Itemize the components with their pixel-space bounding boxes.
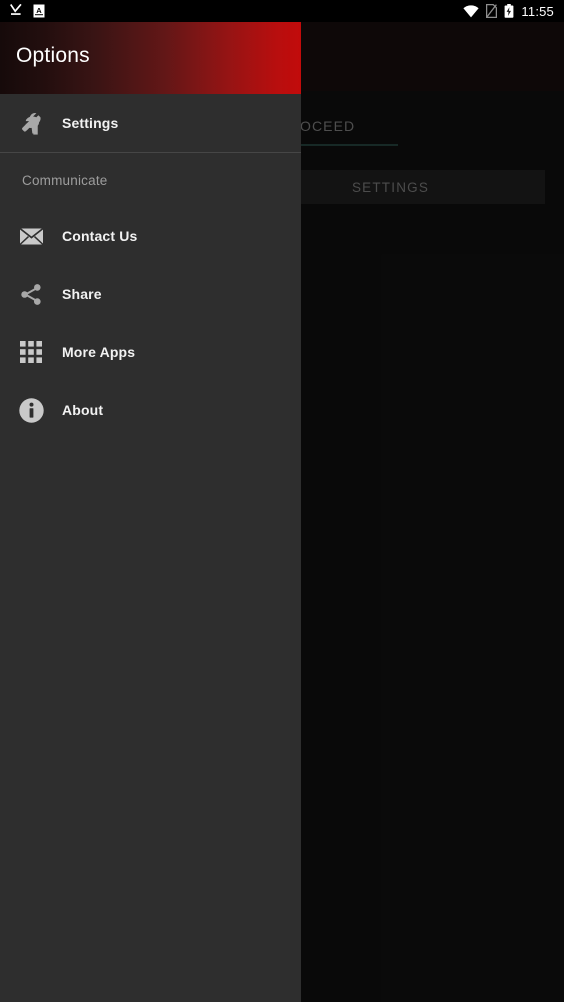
sidebar-item-share[interactable]: Share [0,265,301,323]
info-circle-icon [0,397,62,424]
sidebar-item-contact-us-label: Contact Us [62,228,138,244]
battery-charging-icon [505,4,514,18]
status-bar-clock: 11:55 [521,3,554,19]
sidebar-item-more-apps[interactable]: More Apps [0,323,301,381]
drawer-header: Options [0,22,301,94]
wifi-icon [463,4,480,17]
share-icon [0,282,62,307]
screen: A 11:55 R TO PROCEED SETTINGS [0,0,564,1002]
drawer-section-communicate-label: Communicate [22,172,108,188]
status-bar-left-icons: A [0,4,45,18]
drawer-scrim[interactable] [301,22,564,1002]
envelope-icon [0,224,62,249]
drawer-title: Options [16,44,90,67]
sidebar-item-settings[interactable]: Settings [0,94,301,152]
status-bar: A 11:55 [0,0,564,22]
sidebar-item-share-label: Share [62,286,102,302]
sidebar-item-settings-label: Settings [62,115,119,131]
sidebar-item-about[interactable]: About [0,381,301,439]
grid-apps-icon [0,340,62,364]
drawer-section-communicate: Communicate [0,153,301,207]
status-bar-right-icons: 11:55 [463,4,564,19]
svg-text:A: A [36,6,42,15]
wrench-icon [0,110,62,137]
no-sim-icon [486,4,498,18]
navigation-drawer: Options Settings Communicate Contact Us … [0,22,301,1002]
sidebar-item-about-label: About [62,402,104,418]
sidebar-item-contact-us[interactable]: Contact Us [0,207,301,265]
sidebar-item-more-apps-label: More Apps [62,344,136,360]
download-complete-icon [10,4,22,15]
app-notification-icon: A [33,4,45,18]
